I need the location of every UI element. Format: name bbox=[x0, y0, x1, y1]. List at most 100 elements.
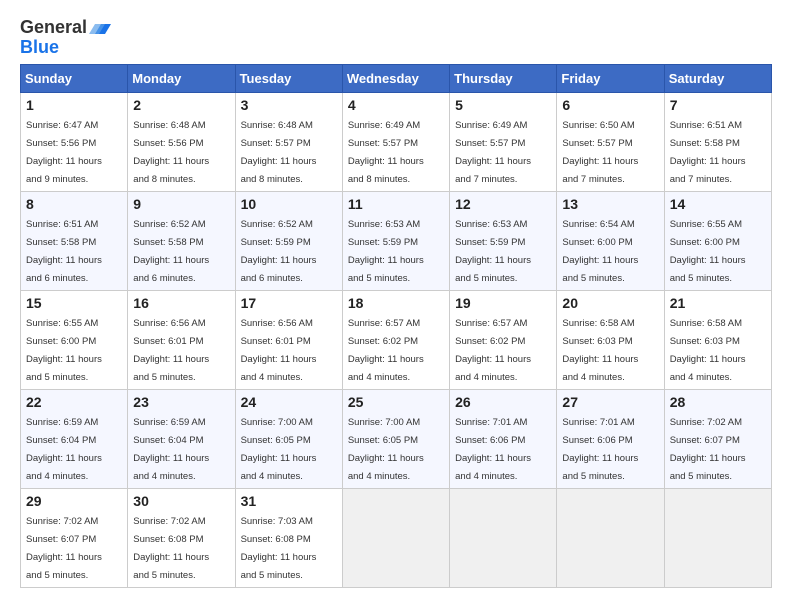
table-row: 21 Sunrise: 6:58 AMSunset: 6:03 PMDayligh… bbox=[664, 291, 771, 390]
day-info: Sunrise: 6:49 AMSunset: 5:57 PMDaylight:… bbox=[348, 120, 424, 185]
logo-icon bbox=[89, 16, 111, 38]
day-info: Sunrise: 6:49 AMSunset: 5:57 PMDaylight:… bbox=[455, 120, 531, 185]
day-number: 29 bbox=[26, 493, 122, 509]
day-info: Sunrise: 6:53 AMSunset: 5:59 PMDaylight:… bbox=[455, 219, 531, 284]
day-info: Sunrise: 7:01 AMSunset: 6:06 PMDaylight:… bbox=[562, 417, 638, 482]
day-info: Sunrise: 6:59 AMSunset: 6:04 PMDaylight:… bbox=[133, 417, 209, 482]
table-row bbox=[342, 489, 449, 588]
day-number: 6 bbox=[562, 97, 658, 113]
day-number: 15 bbox=[26, 295, 122, 311]
col-tuesday: Tuesday bbox=[235, 65, 342, 93]
table-row: 12 Sunrise: 6:53 AMSunset: 5:59 PMDayligh… bbox=[450, 192, 557, 291]
table-row: 16 Sunrise: 6:56 AMSunset: 6:01 PMDayligh… bbox=[128, 291, 235, 390]
day-info: Sunrise: 6:57 AMSunset: 6:02 PMDaylight:… bbox=[348, 318, 424, 383]
day-info: Sunrise: 6:50 AMSunset: 5:57 PMDaylight:… bbox=[562, 120, 638, 185]
day-number: 12 bbox=[455, 196, 551, 212]
col-saturday: Saturday bbox=[664, 65, 771, 93]
day-info: Sunrise: 7:01 AMSunset: 6:06 PMDaylight:… bbox=[455, 417, 531, 482]
day-info: Sunrise: 6:56 AMSunset: 6:01 PMDaylight:… bbox=[133, 318, 209, 383]
day-number: 27 bbox=[562, 394, 658, 410]
calendar-header-row: Sunday Monday Tuesday Wednesday Thursday… bbox=[21, 65, 772, 93]
day-info: Sunrise: 6:59 AMSunset: 6:04 PMDaylight:… bbox=[26, 417, 102, 482]
logo-text: General bbox=[20, 18, 87, 38]
day-number: 5 bbox=[455, 97, 551, 113]
day-number: 4 bbox=[348, 97, 444, 113]
table-row: 5 Sunrise: 6:49 AMSunset: 5:57 PMDaylight… bbox=[450, 93, 557, 192]
day-info: Sunrise: 6:53 AMSunset: 5:59 PMDaylight:… bbox=[348, 219, 424, 284]
day-number: 7 bbox=[670, 97, 766, 113]
table-row: 23 Sunrise: 6:59 AMSunset: 6:04 PMDayligh… bbox=[128, 390, 235, 489]
day-number: 21 bbox=[670, 295, 766, 311]
table-row: 1 Sunrise: 6:47 AMSunset: 5:56 PMDaylight… bbox=[21, 93, 128, 192]
logo-blue: Blue bbox=[20, 37, 59, 57]
day-info: Sunrise: 6:56 AMSunset: 6:01 PMDaylight:… bbox=[241, 318, 317, 383]
day-number: 9 bbox=[133, 196, 229, 212]
day-info: Sunrise: 7:02 AMSunset: 6:08 PMDaylight:… bbox=[133, 516, 209, 581]
logo-general: General bbox=[20, 17, 87, 37]
day-info: Sunrise: 6:55 AMSunset: 6:00 PMDaylight:… bbox=[26, 318, 102, 383]
day-info: Sunrise: 6:48 AMSunset: 5:57 PMDaylight:… bbox=[241, 120, 317, 185]
table-row: 3 Sunrise: 6:48 AMSunset: 5:57 PMDaylight… bbox=[235, 93, 342, 192]
table-row: 28 Sunrise: 7:02 AMSunset: 6:07 PMDayligh… bbox=[664, 390, 771, 489]
table-row bbox=[450, 489, 557, 588]
table-row bbox=[557, 489, 664, 588]
day-info: Sunrise: 6:48 AMSunset: 5:56 PMDaylight:… bbox=[133, 120, 209, 185]
day-info: Sunrise: 6:58 AMSunset: 6:03 PMDaylight:… bbox=[670, 318, 746, 383]
day-info: Sunrise: 6:58 AMSunset: 6:03 PMDaylight:… bbox=[562, 318, 638, 383]
table-row: 6 Sunrise: 6:50 AMSunset: 5:57 PMDaylight… bbox=[557, 93, 664, 192]
day-info: Sunrise: 7:03 AMSunset: 6:08 PMDaylight:… bbox=[241, 516, 317, 581]
table-row: 17 Sunrise: 6:56 AMSunset: 6:01 PMDayligh… bbox=[235, 291, 342, 390]
table-row: 31 Sunrise: 7:03 AMSunset: 6:08 PMDayligh… bbox=[235, 489, 342, 588]
day-number: 1 bbox=[26, 97, 122, 113]
day-number: 16 bbox=[133, 295, 229, 311]
table-row: 10 Sunrise: 6:52 AMSunset: 5:59 PMDayligh… bbox=[235, 192, 342, 291]
table-row: 14Sunrise: 6:55 AMSunset: 6:00 PMDayligh… bbox=[664, 192, 771, 291]
day-number: 25 bbox=[348, 394, 444, 410]
day-info: Sunrise: 6:51 AMSunset: 5:58 PMDaylight:… bbox=[670, 120, 746, 185]
logo: General Blue bbox=[20, 18, 111, 58]
day-number: 24 bbox=[241, 394, 337, 410]
day-number: 22 bbox=[26, 394, 122, 410]
day-info: Sunrise: 6:47 AMSunset: 5:56 PMDaylight:… bbox=[26, 120, 102, 185]
table-row: 27 Sunrise: 7:01 AMSunset: 6:06 PMDayligh… bbox=[557, 390, 664, 489]
table-row: 19 Sunrise: 6:57 AMSunset: 6:02 PMDayligh… bbox=[450, 291, 557, 390]
table-row: 4 Sunrise: 6:49 AMSunset: 5:57 PMDaylight… bbox=[342, 93, 449, 192]
day-number: 31 bbox=[241, 493, 337, 509]
table-row: 20Sunrise: 6:58 AMSunset: 6:03 PMDayligh… bbox=[557, 291, 664, 390]
main-container: General Blue Sunday Monday Tuesday We bbox=[0, 0, 792, 598]
day-info: Sunrise: 6:52 AMSunset: 5:59 PMDaylight:… bbox=[241, 219, 317, 284]
day-number: 17 bbox=[241, 295, 337, 311]
col-sunday: Sunday bbox=[21, 65, 128, 93]
day-number: 28 bbox=[670, 394, 766, 410]
day-info: Sunrise: 6:54 AMSunset: 6:00 PMDaylight:… bbox=[562, 219, 638, 284]
table-row: 8Sunrise: 6:51 AMSunset: 5:58 PMDaylight… bbox=[21, 192, 128, 291]
day-number: 3 bbox=[241, 97, 337, 113]
table-row: 9 Sunrise: 6:52 AMSunset: 5:58 PMDaylight… bbox=[128, 192, 235, 291]
table-row bbox=[664, 489, 771, 588]
day-number: 2 bbox=[133, 97, 229, 113]
table-row: 26 Sunrise: 7:01 AMSunset: 6:06 PMDayligh… bbox=[450, 390, 557, 489]
day-info: Sunrise: 7:00 AMSunset: 6:05 PMDaylight:… bbox=[348, 417, 424, 482]
day-number: 19 bbox=[455, 295, 551, 311]
day-number: 10 bbox=[241, 196, 337, 212]
day-number: 8 bbox=[26, 196, 122, 212]
table-row: 15 Sunrise: 6:55 AMSunset: 6:00 PMDayligh… bbox=[21, 291, 128, 390]
day-number: 30 bbox=[133, 493, 229, 509]
header: General Blue bbox=[20, 18, 772, 58]
table-row: 18 Sunrise: 6:57 AMSunset: 6:02 PMDayligh… bbox=[342, 291, 449, 390]
day-info: Sunrise: 7:02 AMSunset: 6:07 PMDaylight:… bbox=[670, 417, 746, 482]
col-thursday: Thursday bbox=[450, 65, 557, 93]
col-friday: Friday bbox=[557, 65, 664, 93]
day-info: Sunrise: 6:57 AMSunset: 6:02 PMDaylight:… bbox=[455, 318, 531, 383]
table-row: 30 Sunrise: 7:02 AMSunset: 6:08 PMDayligh… bbox=[128, 489, 235, 588]
table-row: 13Sunrise: 6:54 AMSunset: 6:00 PMDayligh… bbox=[557, 192, 664, 291]
table-row: 25 Sunrise: 7:00 AMSunset: 6:05 PMDayligh… bbox=[342, 390, 449, 489]
day-info: Sunrise: 6:52 AMSunset: 5:58 PMDaylight:… bbox=[133, 219, 209, 284]
day-number: 11 bbox=[348, 196, 444, 212]
day-number: 23 bbox=[133, 394, 229, 410]
col-monday: Monday bbox=[128, 65, 235, 93]
day-number: 18 bbox=[348, 295, 444, 311]
day-number: 26 bbox=[455, 394, 551, 410]
table-row: 29Sunrise: 7:02 AMSunset: 6:07 PMDayligh… bbox=[21, 489, 128, 588]
calendar-table: Sunday Monday Tuesday Wednesday Thursday… bbox=[20, 64, 772, 588]
